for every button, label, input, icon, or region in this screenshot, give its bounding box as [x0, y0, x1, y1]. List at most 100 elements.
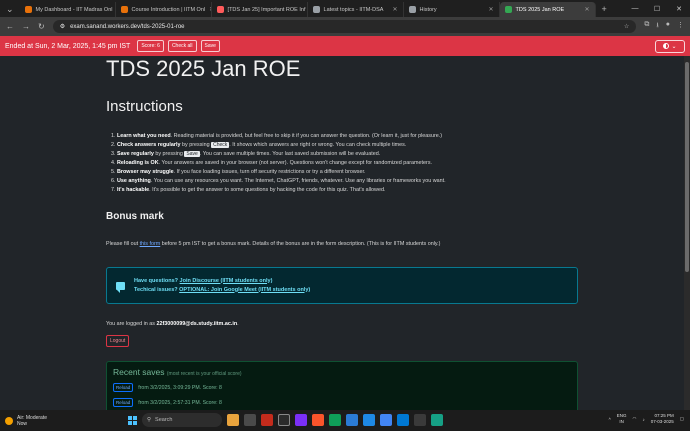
save-entry-text: from 3/2/2025, 3:09:29 PM. Score: 8	[138, 384, 222, 391]
tab-favicon-icon	[120, 6, 128, 13]
instruction-item: Learn what you need. Reading material is…	[117, 132, 587, 141]
edge-icon[interactable]	[397, 414, 409, 426]
blue-app-icon[interactable]	[346, 414, 358, 426]
contrast-icon	[663, 43, 670, 49]
forward-icon[interactable]: →	[22, 22, 30, 31]
tab-close-icon[interactable]: ✕	[585, 6, 590, 13]
save-row: Reload from 3/2/2025, 3:09:29 PM. Score: …	[113, 383, 571, 392]
technical-issues-label: Techical issues?	[134, 286, 180, 293]
new-tab-button[interactable]: +	[596, 2, 613, 17]
maximize-icon[interactable]: ☐	[646, 5, 668, 13]
site-info-icon[interactable]: ⚙	[60, 23, 65, 30]
browser-tab[interactable]: TDS 2025 Jan ROE ✕	[499, 2, 596, 17]
user-email: 22f3000099@ds.study.iitm.ac.in	[156, 321, 238, 327]
notification-icon[interactable]: ▢	[680, 416, 684, 422]
wifi-icon[interactable]: ◠	[633, 416, 637, 422]
instruction-item: It's hackable. It's possible to get the …	[117, 186, 587, 195]
tab-favicon-icon	[24, 6, 32, 13]
task-view-icon[interactable]	[244, 414, 256, 426]
terminal-icon[interactable]	[414, 414, 426, 426]
browser-tab[interactable]: [TDS Jan 25] Important ROE Inf✕	[212, 2, 308, 17]
weather-label: Air: Moderate	[17, 414, 48, 421]
windows-taskbar: Air: Moderate Now ⚲ Search ^ ENG IN ◠ ♪	[0, 410, 690, 431]
profile-icon[interactable]: ●	[666, 21, 670, 32]
tab-close-icon[interactable]: ✕	[489, 6, 494, 13]
address-bar-row: ← → ↻ ⚙ exam.sanand.workers.dev/tds-2025…	[0, 17, 690, 36]
instruction-item: Save regularly by pressing Save. You can…	[117, 150, 587, 159]
theme-toggle-button[interactable]: ⌄	[655, 39, 685, 53]
instruction-text: by pressing	[153, 151, 185, 157]
tab-favicon-icon	[216, 6, 224, 13]
close-window-icon[interactable]: ✕	[668, 5, 690, 13]
instruction-text: . You can use any resources you want. Th…	[150, 178, 446, 184]
menu-icon[interactable]: ⋮	[677, 21, 684, 32]
reload-save-button[interactable]: Reload	[113, 398, 134, 407]
reload-save-button[interactable]: Reload	[113, 383, 134, 392]
tab-title: Course Introduction | IITM Onl	[131, 6, 206, 13]
instruction-item: Reloading is OK. Your answers are saved …	[117, 159, 587, 168]
instruction-item: Use anything. You can use any resources …	[117, 177, 587, 186]
brave-icon[interactable]	[312, 414, 324, 426]
browser-tab[interactable]: My Dashboard - IIT Madras Onl✕	[20, 2, 116, 17]
tab-title: History	[419, 6, 437, 13]
instruction-bold: It's hackable	[117, 187, 150, 193]
chrome-icon[interactable]	[380, 414, 392, 426]
instruction-item: Browser may struggle. If you face loadin…	[117, 168, 587, 177]
taskbar-search[interactable]: ⚲ Search	[142, 413, 222, 427]
tab-close-icon[interactable]: ✕	[393, 6, 398, 13]
tab-favicon-icon	[312, 6, 320, 13]
instruction-bold: Use anything	[117, 178, 151, 184]
logout-button[interactable]: Logout	[106, 335, 130, 347]
search-icon: ⚲	[147, 417, 152, 423]
browser-tab[interactable]: Latest topics - IITM-DSA ✕	[308, 2, 404, 17]
volume-icon[interactable]: ♪	[642, 417, 644, 422]
tab-search-icon[interactable]: ⌄	[0, 2, 20, 17]
search-placeholder: Search	[155, 417, 173, 423]
bonus-form-link[interactable]: this form	[140, 241, 161, 247]
vscode-icon[interactable]	[363, 414, 375, 426]
url-bar[interactable]: ⚙ exam.sanand.workers.dev/tds-2025-01-ro…	[52, 20, 637, 33]
weather-widget[interactable]: Air: Moderate Now	[5, 415, 47, 427]
chat-icon	[116, 281, 125, 293]
discourse-link[interactable]: Join Discourse (IITM students only)	[180, 278, 273, 284]
browser-tab[interactable]: Course Introduction | IITM Onl✕	[116, 2, 212, 17]
weather-sub: Now	[17, 420, 28, 427]
download-icon[interactable]: ⭳	[656, 21, 658, 32]
clock-date: 07-03-2025	[650, 419, 674, 424]
page-scrollbar[interactable]	[684, 56, 690, 410]
logged-in-post: .	[237, 321, 239, 327]
google-meet-link[interactable]: OPTIONAL: Join Google Meet (IITM student…	[179, 287, 310, 293]
minimize-icon[interactable]: —	[624, 5, 646, 12]
instruction-text: . It's possible to get the answer to som…	[149, 187, 386, 193]
instruction-text: . If you face loading issues, turn off s…	[173, 169, 366, 175]
back-icon[interactable]: ←	[6, 22, 14, 31]
recent-saves-heading: Recent saves (most recent is your offici…	[113, 367, 571, 377]
teal-app-icon[interactable]	[431, 414, 443, 426]
save-button[interactable]: Save	[200, 40, 220, 52]
browser-tab[interactable]: History ✕	[404, 2, 500, 17]
logged-in-pre: You are logged in as	[106, 321, 157, 327]
green-app-icon[interactable]	[329, 414, 341, 426]
check-all-button[interactable]: Check all	[167, 40, 197, 52]
tray-chevron-icon[interactable]: ^	[609, 417, 611, 422]
instructions-heading: Instructions	[106, 98, 183, 115]
clock[interactable]: 07:25 PM 07-03-2025	[651, 413, 674, 425]
windows-start-icon[interactable]	[128, 415, 137, 425]
explorer-app-icon[interactable]	[227, 414, 239, 426]
reload-icon[interactable]: ↻	[38, 22, 45, 31]
purple-app-icon[interactable]	[295, 414, 307, 426]
app-l-icon[interactable]	[278, 414, 290, 426]
window-controls: — ☐ ✕	[624, 0, 690, 17]
language-indicator[interactable]: ENG IN	[617, 413, 627, 425]
bookmark-star-icon[interactable]: ☆	[624, 23, 629, 30]
tab-favicon-icon	[408, 6, 416, 13]
page-content: TDS 2025 Jan ROE Instructions Learn what…	[0, 56, 690, 410]
score-button[interactable]: Score: 6	[137, 40, 164, 52]
exam-status-bar: Ended at Sun, 2 Mar, 2025, 1:45 pm IST S…	[0, 36, 690, 56]
red-app-icon[interactable]	[261, 414, 273, 426]
scrollbar-thumb[interactable]	[685, 62, 689, 272]
questions-label: Have questions?	[134, 277, 180, 284]
extensions-icon[interactable]: ⧉	[644, 21, 649, 32]
page-title: TDS 2025 Jan ROE	[106, 56, 301, 81]
instruction-text: . You can save multiple times. Your last…	[199, 151, 381, 157]
